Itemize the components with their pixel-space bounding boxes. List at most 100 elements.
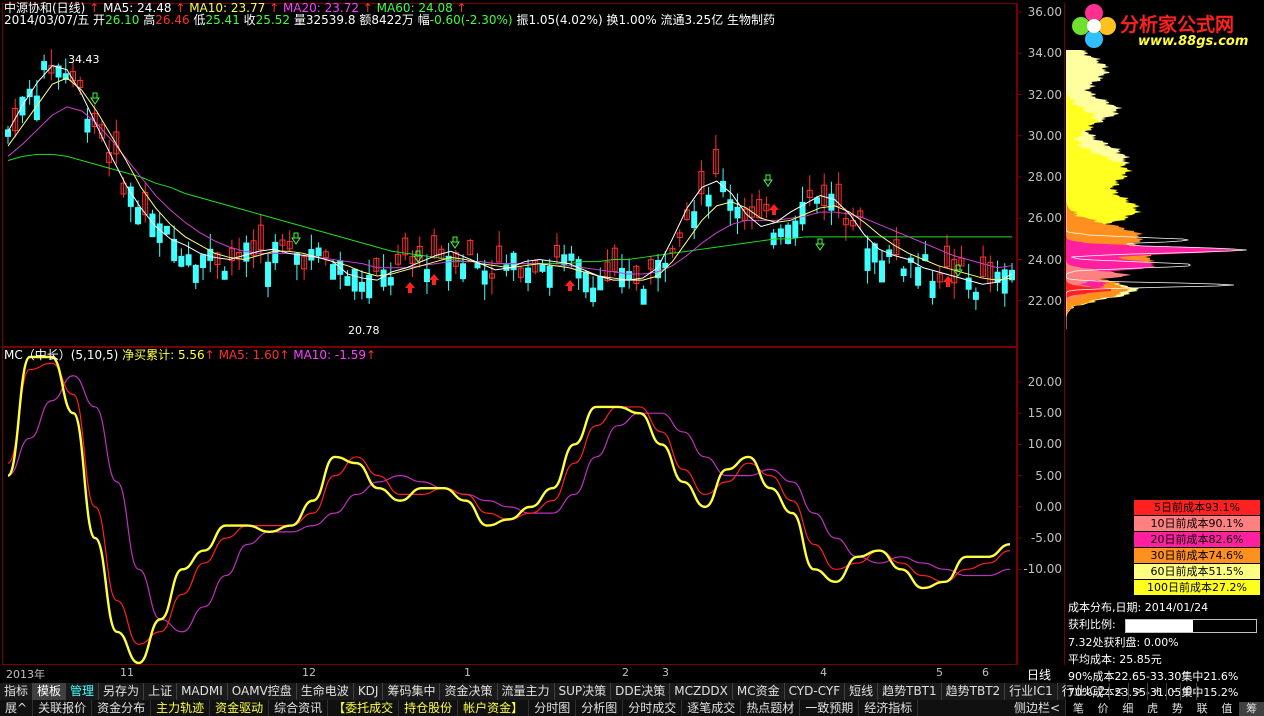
mc-ma5-line [7,362,1011,645]
low-label: 低 [193,13,206,27]
indicator-tick: -5.00 [1030,531,1062,546]
func-tab-11[interactable]: 分时成交 [623,700,683,716]
date-tick: 6 [982,666,989,679]
tab-8[interactable]: KDJ [354,683,384,700]
price-tick: 26.00 [1027,211,1062,226]
candle-body [272,241,279,264]
func-tab-14[interactable]: 一致预期 [800,700,860,716]
func-tab-8[interactable]: 帐户资金】 [458,700,530,716]
right-tab[interactable]: 势 [1165,702,1190,716]
func-tab-9[interactable]: 分时图 [529,700,577,716]
candle-body [156,223,163,243]
func-tab-1[interactable]: 关联报价 [33,700,93,716]
high-label: 高 [143,13,156,27]
func-tab-0[interactable]: 展^ [0,700,34,716]
nav-button[interactable]: > [1129,683,1149,700]
tab-17[interactable]: 短线 [845,683,879,700]
indicator-ma10-label: MA10: -1.59 [293,348,366,362]
tab-11[interactable]: 流量主力 [498,683,555,700]
candle-body [380,269,387,287]
candle-body [828,193,835,211]
date-tick: 3 [662,666,669,679]
amplitude-value: 1.05(4.02%) [528,13,603,27]
indicator-name: MC（中长）(5,10,5) [4,348,119,362]
tab-14[interactable]: MCZDDX [670,683,733,700]
tab-9[interactable]: 筹码集中 [383,683,441,700]
indicator-ma5-label: MA5: 1.60 [218,348,280,362]
right-tab[interactable]: 值 [1215,702,1240,716]
func-tab-12[interactable]: 逐笔成交 [682,700,742,716]
open-label: 开 [93,13,106,27]
func-tab-10[interactable]: 分析图 [576,700,624,716]
tab-21[interactable]: 行业IC2 [1058,683,1111,700]
sidebar-toggle[interactable]: 侧边栏< [1009,700,1066,716]
tab-20[interactable]: 行业IC1 [1005,683,1058,700]
down-arrow-icon [953,264,963,277]
tab-7[interactable]: 生命电波 [297,683,354,700]
tab-16[interactable]: CYD-CYF [785,683,846,700]
tab-10[interactable]: 资金决策 [440,683,498,700]
tab-19[interactable]: 趋势TBT2 [942,683,1006,700]
candle-body [568,253,575,261]
close-label: 收 [243,13,256,27]
zoom-button[interactable]: - [1167,683,1181,700]
candles [5,49,1015,310]
quote-date: 2014/03/07/五 [4,13,90,27]
profit-row: 获利比例: [1068,618,1116,632]
low-price-marker: 20.78 [348,324,380,337]
tab-18[interactable]: 趋势TBT1 [878,683,942,700]
func-tab-6[interactable]: 【委托成交 [328,700,400,716]
up-arrow-icon [565,280,575,291]
tab-0[interactable]: 指标 [0,683,34,700]
sector-label: 生物制药 [727,13,776,27]
tab-13[interactable]: DDE决策 [611,683,671,700]
tab-2[interactable]: 管理 [66,683,100,700]
down-arrow-icon [450,236,460,249]
func-tab-13[interactable]: 热点题材 [741,700,801,716]
candle-body [387,277,394,286]
tab-5[interactable]: MADMI [177,683,228,700]
candle-body [178,255,185,267]
tab-3[interactable]: 另存为 [99,683,145,700]
candle-body [597,276,604,291]
indicator-header: MC（中长）(5,10,5) 净买累计: 5.56↑ MA5: 1.60↑ MA… [4,349,376,362]
tab-4[interactable]: 上证 [144,683,178,700]
candle-body [878,260,885,283]
price-tick: 28.00 [1027,170,1062,184]
right-tab[interactable]: 联 [1190,702,1215,716]
tab-6[interactable]: OAMV控盘 [228,683,297,700]
profit-label: 获利比例: [1068,618,1116,631]
right-tab[interactable]: 笔 [1066,702,1091,716]
zoom-button[interactable]: + [1148,683,1168,700]
func-tab-4[interactable]: 资金驱动 [210,700,270,716]
func-tab-3[interactable]: 主力轨迹 [151,700,211,716]
candle-body [777,228,784,238]
right-tab[interactable]: 细 [1116,702,1141,716]
date-tick: 1 [464,666,471,679]
candle-body [135,207,142,225]
func-tab-5[interactable]: 综合资讯 [269,700,329,716]
indicator-tick: 20.00 [1027,374,1062,389]
up-arrow-icon [769,204,779,215]
tab-12[interactable]: SUP决策 [555,683,612,700]
cost-legend-item: 100日前成本27.2% [1134,580,1260,595]
zoom-button[interactable]: 0 [1181,683,1198,700]
profit-value: 51.7% [1173,619,1209,632]
right-tab[interactable]: 筹 [1239,702,1264,716]
tab-15[interactable]: MC资金 [733,683,785,700]
func-tab-7[interactable]: 持仓股份 [399,700,459,716]
period-label[interactable]: 日线 [1027,666,1051,683]
right-tab[interactable]: 虎 [1140,702,1165,716]
func-tab-2[interactable]: 资金分布 [92,700,152,716]
cost-legend-item: 10日前成本90.1% [1134,516,1260,531]
date-tick: 2 [622,666,629,679]
right-tab[interactable]: 价 [1091,702,1116,716]
indicator-tab-bar: 指标 模板 管理 另存为 上证 MADMI OAMV控盘 生命电波 KDJ 筹码集中 资金决策 流量主… [0,683,1198,700]
up-arrow-icon: ↑ [204,348,215,362]
candle-body [84,118,91,133]
nav-button[interactable]: < [1110,683,1130,700]
tab-1[interactable]: 模板 [33,683,67,700]
avg-cost-line: 平均成本: 25.85元 [1068,653,1162,666]
candle-body [192,264,199,283]
func-tab-15[interactable]: 经济指标 [859,700,919,716]
